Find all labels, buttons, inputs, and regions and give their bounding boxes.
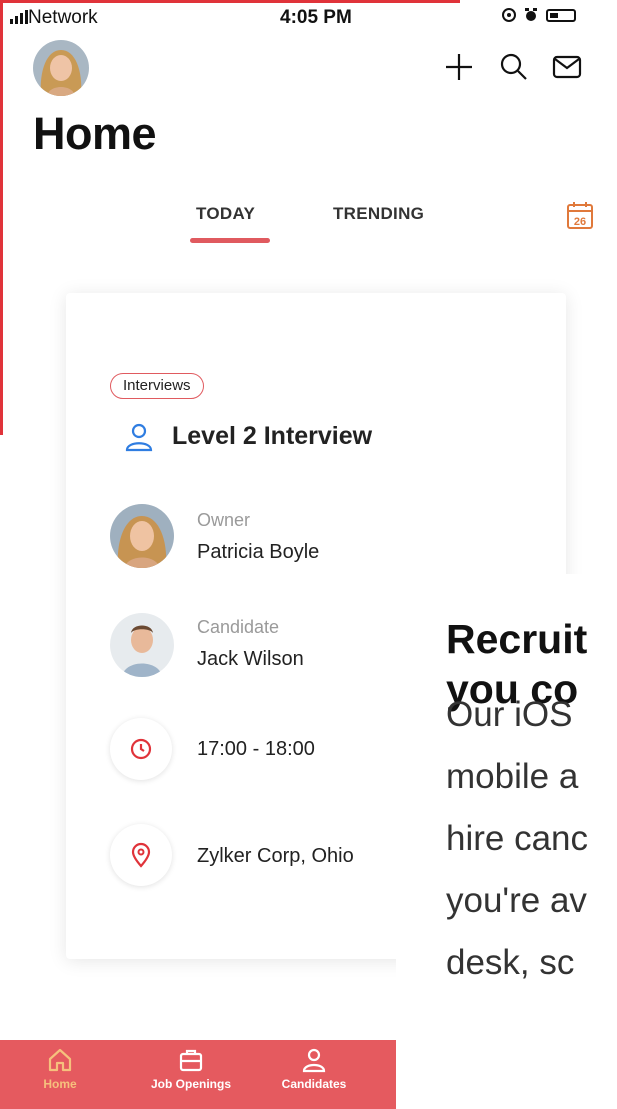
event-title: Level 2 Interview bbox=[172, 422, 373, 450]
calendar-day: 26 bbox=[574, 216, 586, 228]
promo-body-line: Our iOS bbox=[446, 695, 573, 734]
nav-job-openings-label: Job Openings bbox=[150, 1077, 231, 1091]
location-pin-icon bbox=[131, 842, 151, 868]
profile-avatar[interactable] bbox=[33, 40, 89, 96]
left-accent-line bbox=[0, 0, 3, 435]
add-button[interactable] bbox=[442, 50, 476, 84]
promo-heading-line: Recruit bbox=[446, 616, 588, 662]
event-time: 17:00 - 18:00 bbox=[197, 738, 315, 760]
promo-body-line: desk, sc bbox=[446, 943, 575, 982]
location-icon-circle bbox=[110, 824, 172, 886]
nav-home[interactable]: Home bbox=[40, 1046, 80, 1091]
promo-body-line: you're av bbox=[446, 881, 587, 920]
owner-label: Owner bbox=[197, 510, 251, 530]
page-title: Home bbox=[33, 108, 157, 159]
tab-today[interactable]: TODAY bbox=[196, 204, 255, 224]
user-icon bbox=[302, 1048, 326, 1073]
nav-job-openings[interactable]: Job Openings bbox=[133, 1046, 249, 1091]
status-icons bbox=[502, 8, 576, 22]
plus-icon bbox=[446, 54, 472, 80]
header-actions bbox=[442, 50, 584, 84]
calendar-button[interactable]: 26 bbox=[566, 200, 594, 230]
mail-button[interactable] bbox=[550, 50, 584, 84]
search-icon bbox=[500, 53, 527, 80]
promo-panel: Recruit you co Our iOS mobile a hire can… bbox=[396, 574, 617, 1109]
nav-candidates-label: Candidates bbox=[281, 1077, 347, 1091]
bottom-nav: Home Job Openings Candidates bbox=[0, 1040, 396, 1109]
active-tab-indicator bbox=[190, 238, 270, 243]
at-icon bbox=[502, 8, 516, 22]
mail-icon bbox=[552, 55, 582, 79]
candidate-avatar bbox=[110, 613, 174, 677]
clock-icon bbox=[130, 738, 152, 760]
candidate-label: Candidate bbox=[197, 617, 280, 637]
person-icon bbox=[124, 422, 154, 452]
event-location: Zylker Corp, Ohio bbox=[197, 845, 354, 867]
calendar-icon: 26 bbox=[567, 202, 593, 229]
signal-icon bbox=[10, 10, 28, 24]
promo-body-line: hire canc bbox=[446, 819, 589, 858]
home-icon bbox=[48, 1048, 72, 1072]
search-button[interactable] bbox=[496, 50, 530, 84]
nav-home-label: Home bbox=[43, 1077, 77, 1091]
owner-avatar bbox=[110, 504, 174, 568]
nav-candidates[interactable]: Candidates bbox=[266, 1046, 362, 1091]
alarm-icon bbox=[525, 8, 537, 21]
clock: 4:05 PM bbox=[280, 7, 352, 28]
tab-trending[interactable]: TRENDING bbox=[333, 204, 424, 224]
status-bar: Network 4:05 PM bbox=[0, 0, 617, 38]
clock-icon-circle bbox=[110, 718, 172, 780]
promo-body: Our iOS mobile a hire canc you're av des… bbox=[446, 684, 588, 994]
briefcase-icon bbox=[179, 1049, 203, 1072]
candidate-name: Jack Wilson bbox=[197, 648, 304, 670]
network-label: Network bbox=[28, 7, 98, 28]
category-badge: Interviews bbox=[110, 373, 204, 399]
promo-body-line: mobile a bbox=[446, 757, 579, 796]
battery-icon bbox=[546, 8, 576, 22]
owner-name: Patricia Boyle bbox=[197, 541, 320, 563]
